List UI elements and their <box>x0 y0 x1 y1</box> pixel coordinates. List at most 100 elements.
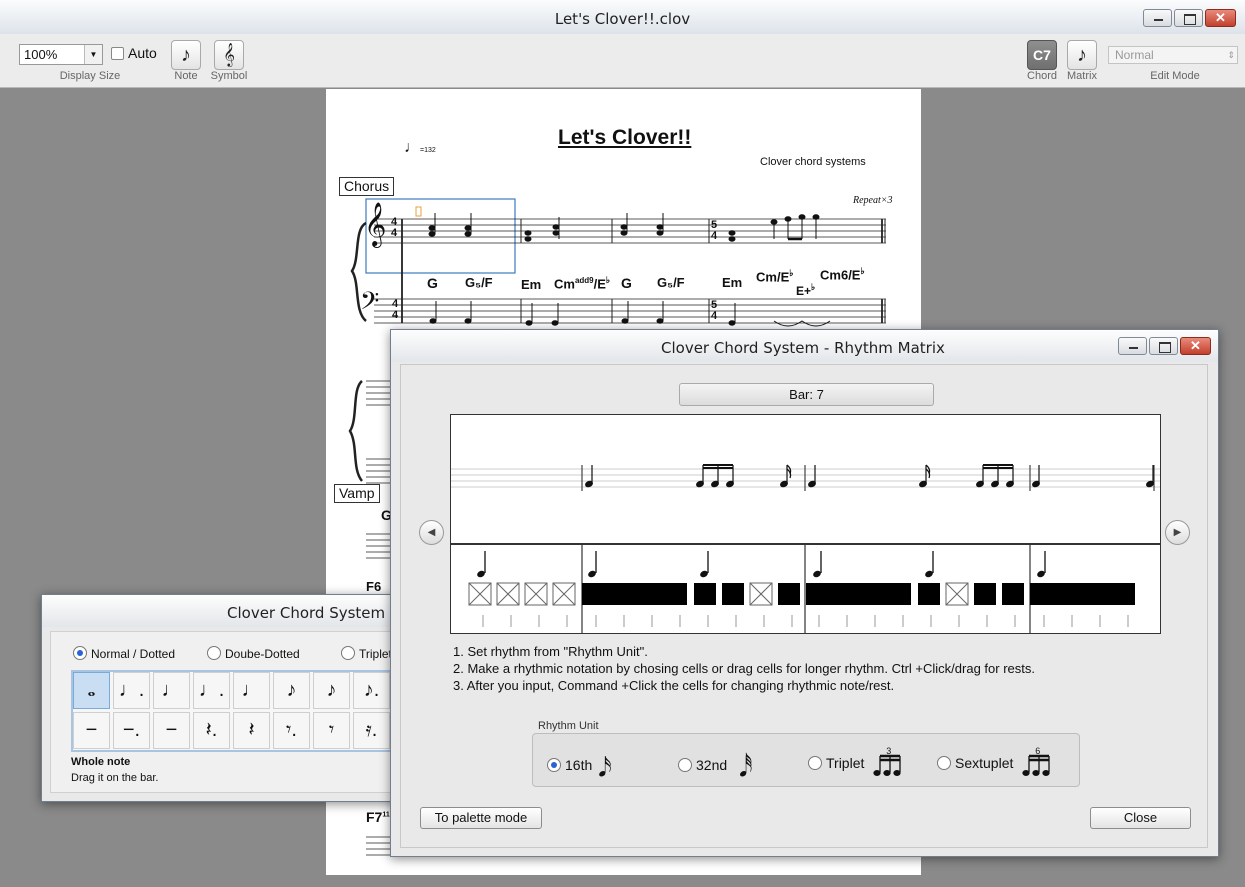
chevron-updown-icon: ⇕ <box>1227 50 1235 60</box>
note-cell[interactable]: ♩ <box>153 672 190 709</box>
edit-mode-select[interactable]: Normal ⇕ <box>1108 46 1238 64</box>
chord-symbol: G <box>621 275 632 291</box>
preview-note <box>1146 465 1154 488</box>
maximize-button[interactable] <box>1149 337 1178 355</box>
preview-note <box>585 465 593 488</box>
rest-cell[interactable] <box>496 582 520 606</box>
eighth-note-icon: ♪ <box>181 44 191 66</box>
time-signature: 44 <box>391 216 398 239</box>
note-cell[interactable] <box>1030 583 1135 605</box>
chord-symbol: Em <box>521 277 542 292</box>
palette-option[interactable]: Triplet <box>341 646 392 661</box>
note-cell[interactable]: ♩ <box>233 672 270 709</box>
note-cell[interactable] <box>918 583 940 605</box>
palette-option[interactable]: Doube-Dotted <box>207 646 300 661</box>
rhythm-cell-grid <box>450 544 1161 634</box>
barlines <box>401 219 886 323</box>
chord-button[interactable]: C7 <box>1027 40 1057 70</box>
preview-note <box>780 464 792 488</box>
treble-clef: 𝄞 <box>364 204 387 246</box>
rest-cell[interactable] <box>552 582 576 606</box>
note-button[interactable]: ♪ <box>171 40 201 70</box>
note-cell[interactable]: ♩. <box>113 672 150 709</box>
unit-32nd[interactable]: 32nd 𝅘𝅥𝅰 <box>678 752 753 784</box>
symbol-label: Symbol <box>210 70 248 82</box>
rest-cell[interactable] <box>468 582 492 606</box>
note-cell[interactable] <box>722 583 744 605</box>
main-window-title: Let's Clover!!.clov <box>554 10 691 28</box>
minimize-button[interactable] <box>1143 9 1172 27</box>
unit-sextuplet[interactable]: Sextuplet 6 <box>937 746 1055 776</box>
thirty-second-note-icon: 𝅘𝅥𝅰 <box>739 752 753 782</box>
eighth-note-icon: ♪ <box>1077 44 1087 66</box>
rhythm-unit-label: Rhythm Unit <box>538 720 599 732</box>
maximize-button[interactable] <box>1174 9 1203 27</box>
to-palette-mode-button[interactable]: To palette mode <box>420 807 542 829</box>
note-cell[interactable] <box>582 583 687 605</box>
radio-icon <box>73 646 87 660</box>
chevron-down-icon: ▼ <box>84 45 102 64</box>
note-cell[interactable] <box>694 583 716 605</box>
rest-cell[interactable]: 𝄽. <box>193 712 230 749</box>
prev-bar-button[interactable]: ◀ <box>419 520 444 545</box>
selected-symbol-name: Whole note <box>71 756 131 768</box>
palette-option[interactable]: Normal / Dotted <box>73 646 175 661</box>
chord-symbol: G <box>427 275 438 291</box>
arrow-right-icon: ▶ <box>1173 527 1182 538</box>
beat-note-marker <box>588 551 597 578</box>
close-button[interactable]: Close <box>1090 807 1191 829</box>
chord-symbol: G₅/F <box>657 275 685 290</box>
bass-staff <box>374 298 886 324</box>
unit-triplet[interactable]: Triplet 3 <box>808 746 906 776</box>
symbol-button[interactable]: 𝄞 <box>214 40 244 70</box>
note-cell[interactable] <box>974 583 996 605</box>
chord-symbol: G₅/F <box>465 275 493 290</box>
note-cell[interactable] <box>806 583 911 605</box>
chord-symbol: Cmadd9/E♭ <box>554 275 611 292</box>
note-cell[interactable]: 𝅝 <box>73 672 110 709</box>
arrow-left-icon: ◀ <box>427 527 436 538</box>
chord-symbol: E+♭ <box>796 282 816 298</box>
instruction-line: 1. Set rhythm from "Rhythm Unit". <box>453 644 648 659</box>
note-cell[interactable]: ♪ <box>313 672 350 709</box>
rest-cell[interactable] <box>749 582 773 606</box>
rest-cell[interactable]: − <box>73 712 110 749</box>
note-cell[interactable]: ♩. <box>193 672 230 709</box>
rest-cell[interactable]: 𝄿. <box>353 712 390 749</box>
matrix-body: Bar: 7 ◀ ▶ 1. Set rhythm from "Rhythm Un… <box>400 364 1208 848</box>
note-cell[interactable]: ♪ <box>273 672 310 709</box>
palette-window: Clover Chord System - Palette Normal / D… <box>41 594 411 802</box>
rhythm-unit-group: 16th 𝅘𝅥𝅯 32nd 𝅘𝅥𝅰 Triplet 3 Sextuplet 6 <box>532 733 1080 787</box>
note-cell[interactable] <box>1002 583 1024 605</box>
main-title-bar: Let's Clover!!.clov <box>0 0 1245 34</box>
note-cell[interactable]: ♪. <box>353 672 390 709</box>
note-cell[interactable] <box>778 583 800 605</box>
preview-note <box>1032 465 1040 488</box>
main-toolbar: 100% ▼ Auto Display Size ♪ Note 𝄞 Symbol… <box>0 34 1245 88</box>
close-window-button[interactable]: ✕ <box>1180 337 1211 355</box>
rest-cell[interactable]: 𝄾 <box>313 712 350 749</box>
auto-checkbox[interactable] <box>111 47 124 60</box>
palette-window-title: Clover Chord System - Palette <box>227 604 410 622</box>
chord-symbol: Cm/E♭ <box>756 268 794 285</box>
edit-mode-label: Edit Mode <box>1150 70 1200 82</box>
sextuplet-icon: 6 <box>1021 746 1055 776</box>
radio-icon <box>207 646 221 660</box>
next-bar-button[interactable]: ▶ <box>1165 520 1190 545</box>
rest-cell[interactable]: −. <box>113 712 150 749</box>
beat-note-marker <box>700 551 709 578</box>
rest-cell[interactable] <box>945 582 969 606</box>
rest-cell[interactable] <box>524 582 548 606</box>
rest-cell[interactable]: 𝄾. <box>273 712 310 749</box>
zoom-select[interactable]: 100% ▼ <box>19 44 103 65</box>
preview-note <box>808 465 816 488</box>
time-signature-bass: 44 <box>392 298 399 321</box>
close-window-button[interactable]: ✕ <box>1205 9 1236 27</box>
minimize-button[interactable] <box>1118 337 1147 355</box>
matrix-label: Matrix <box>1067 70 1097 82</box>
unit-16th[interactable]: 16th 𝅘𝅥𝅯 <box>547 752 612 784</box>
rest-cell[interactable]: 𝄽 <box>233 712 270 749</box>
rest-cell[interactable]: − <box>153 712 190 749</box>
note-label: Note <box>174 70 198 82</box>
matrix-button[interactable]: ♪ <box>1067 40 1097 70</box>
